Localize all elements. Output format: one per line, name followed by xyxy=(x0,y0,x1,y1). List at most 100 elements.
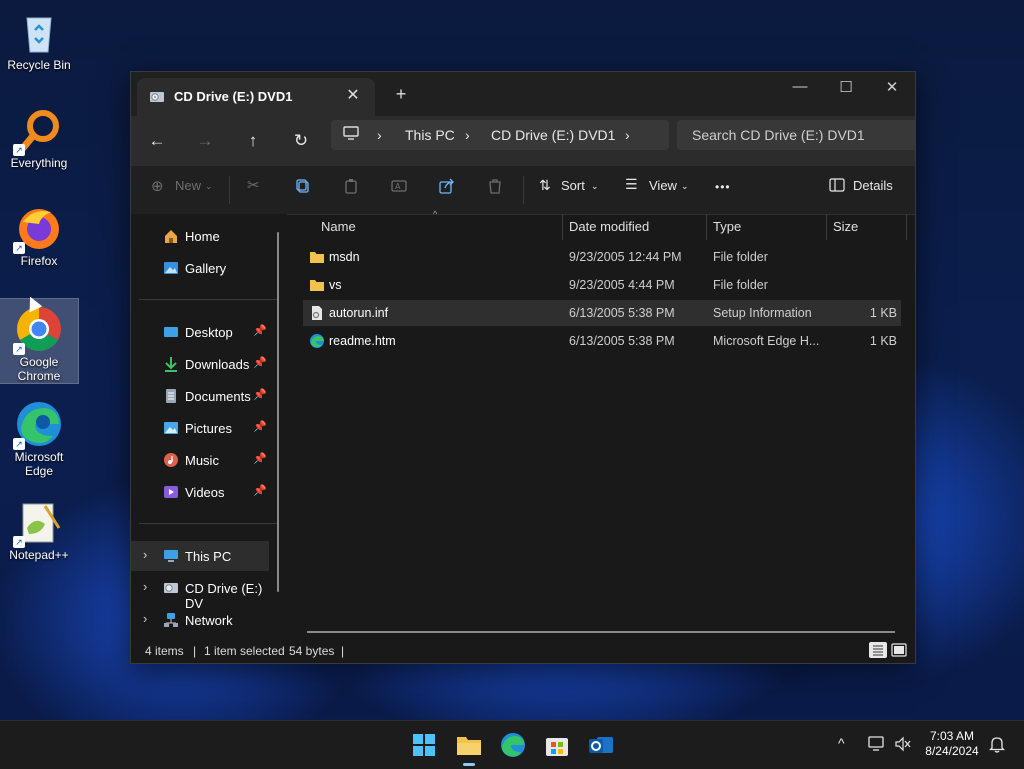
outlook-taskbar-icon[interactable] xyxy=(587,731,615,759)
active-indicator xyxy=(463,763,475,766)
delete-icon[interactable] xyxy=(487,178,503,197)
sidebar-item-desktop[interactable]: Desktop 📌 xyxy=(131,317,269,347)
column-divider[interactable] xyxy=(906,214,907,240)
chevron-right-icon[interactable]: › xyxy=(143,547,147,562)
desktop-icon-firefox[interactable]: ↗ Firefox xyxy=(0,198,78,268)
paste-icon[interactable] xyxy=(343,178,359,197)
column-divider[interactable] xyxy=(826,214,827,240)
file-row-selected[interactable]: autorun.inf 6/13/2005 5:38 PM Setup Info… xyxy=(303,300,901,326)
search-box[interactable]: Search CD Drive (E:) DVD1 xyxy=(677,120,915,150)
breadcrumb-cd-drive[interactable]: CD Drive (E:) DVD1 xyxy=(491,127,615,143)
title-bar[interactable]: CD Drive (E:) DVD1 ✕ + — ☐ ✕ xyxy=(131,72,915,116)
close-button[interactable]: ✕ xyxy=(869,78,915,96)
rename-icon[interactable]: A xyxy=(391,178,407,197)
sidebar-divider xyxy=(139,299,279,300)
breadcrumb-this-pc[interactable]: This PC xyxy=(405,127,455,143)
toolbar-divider xyxy=(229,176,230,204)
chrome-icon: ↗ xyxy=(13,305,63,355)
file-explorer-taskbar-icon[interactable] xyxy=(455,731,483,766)
up-button[interactable]: ↑ xyxy=(237,125,269,157)
share-icon[interactable] xyxy=(439,178,455,197)
folder-icon xyxy=(309,277,325,293)
chevron-down-icon: ⌄ xyxy=(681,181,689,191)
sort-ascending-icon: ^ xyxy=(433,209,438,219)
status-selection: 1 item selected xyxy=(204,644,285,658)
cut-icon[interactable]: ✂ xyxy=(247,176,260,194)
start-icon[interactable] xyxy=(410,731,438,759)
documents-icon xyxy=(163,388,179,404)
desktop-icon-google-chrome[interactable]: ↗ Google Chrome xyxy=(0,298,79,384)
forward-button[interactable]: → xyxy=(189,125,221,157)
details-button[interactable]: Details xyxy=(853,178,893,193)
shortcut-arrow-icon: ↗ xyxy=(13,438,25,450)
sidebar-item-label: Desktop xyxy=(185,325,233,340)
volume-muted-icon[interactable] xyxy=(894,736,912,755)
tab-cd-drive[interactable]: CD Drive (E:) DVD1 ✕ xyxy=(137,78,375,116)
file-row[interactable]: readme.htm 6/13/2005 5:38 PM Microsoft E… xyxy=(303,328,901,354)
desktop-icon-microsoft-edge[interactable]: ↗ Microsoft Edge xyxy=(0,394,78,478)
sidebar-item-this-pc[interactable]: › This PC xyxy=(131,541,269,571)
sidebar-item-pictures[interactable]: Pictures 📌 xyxy=(131,413,269,443)
notification-bell-icon[interactable] xyxy=(988,735,1006,756)
sidebar-item-home[interactable]: Home xyxy=(131,221,269,251)
desktop-icon-label: Google Chrome xyxy=(17,355,61,383)
desktop-icon-recycle-bin[interactable]: Recycle Bin xyxy=(0,2,78,72)
show-hidden-icons-button[interactable]: ^ xyxy=(838,735,845,751)
column-header-name[interactable]: Name xyxy=(321,219,356,234)
store-taskbar-icon[interactable] xyxy=(543,731,571,759)
refresh-button[interactable]: ↻ xyxy=(285,125,317,157)
file-date: 6/13/2005 5:38 PM xyxy=(569,334,675,348)
new-tab-button[interactable]: + xyxy=(389,84,413,105)
system-clock[interactable]: 7:03 AM 8/24/2024 xyxy=(920,729,984,759)
chevron-right-icon[interactable]: › xyxy=(143,579,147,594)
sidebar-item-music[interactable]: Music 📌 xyxy=(131,445,269,475)
status-separator: | xyxy=(193,644,197,658)
minimize-button[interactable]: — xyxy=(777,78,823,95)
breadcrumb-separator: › xyxy=(465,127,470,143)
desktop-icon-label: Notepad++ xyxy=(9,548,69,562)
sidebar-item-gallery[interactable]: Gallery xyxy=(131,253,269,283)
sort-button[interactable]: Sort xyxy=(561,178,585,193)
view-button[interactable]: View xyxy=(649,178,677,193)
sidebar-item-documents[interactable]: Documents 📌 xyxy=(131,381,269,411)
sidebar-item-network[interactable]: › Network xyxy=(131,605,269,635)
column-divider[interactable] xyxy=(562,214,563,240)
breadcrumb-separator[interactable]: › xyxy=(625,127,630,143)
new-button[interactable]: New xyxy=(175,178,201,193)
back-button[interactable]: ← xyxy=(141,125,173,157)
tiles-view-icon[interactable] xyxy=(891,642,907,661)
status-separator: | xyxy=(341,644,345,658)
file-row[interactable]: vs 9/23/2005 4:44 PM File folder xyxy=(303,272,901,298)
edge-taskbar-icon[interactable] xyxy=(499,731,527,759)
sidebar-item-cd-drive[interactable]: › CD Drive (E:) DV xyxy=(131,573,269,611)
network-status-icon[interactable] xyxy=(868,736,886,755)
column-divider[interactable] xyxy=(706,214,707,240)
sidebar-scrollbar[interactable] xyxy=(277,232,279,592)
file-row[interactable]: msdn 9/23/2005 12:44 PM File folder xyxy=(303,244,901,270)
copy-icon[interactable] xyxy=(295,178,311,197)
desktop-icon-notepadpp[interactable]: ↗ Notepad++ xyxy=(0,492,78,562)
desktop-icon-everything[interactable]: ↗ Everything xyxy=(0,100,78,170)
new-plus-icon: ⊕ xyxy=(151,178,164,195)
column-header-size[interactable]: Size xyxy=(833,219,858,234)
column-header-date[interactable]: Date modified xyxy=(569,219,649,234)
svg-text:A: A xyxy=(395,182,401,191)
file-type: File folder xyxy=(713,278,768,292)
sidebar-item-label: Network xyxy=(185,613,233,628)
tab-close-icon[interactable]: ✕ xyxy=(343,85,363,105)
sidebar-item-downloads[interactable]: Downloads 📌 xyxy=(131,349,269,379)
more-options-button[interactable]: ••• xyxy=(715,180,731,194)
file-name: autorun.inf xyxy=(329,306,389,320)
address-bar[interactable]: › This PC › CD Drive (E:) DVD1 › xyxy=(331,120,669,150)
gallery-icon xyxy=(163,260,179,276)
sidebar-item-label: Home xyxy=(185,229,220,244)
sidebar-item-label: Music xyxy=(185,453,219,468)
maximize-button[interactable]: ☐ xyxy=(823,78,869,96)
chevron-right-icon[interactable]: › xyxy=(143,611,147,626)
horizontal-scrollbar[interactable] xyxy=(307,631,895,633)
sidebar-item-videos[interactable]: Videos 📌 xyxy=(131,477,269,507)
recycle-bin-icon xyxy=(15,8,63,56)
details-view-icon[interactable] xyxy=(869,642,887,658)
column-header-type[interactable]: Type xyxy=(713,219,741,234)
edge-html-file-icon xyxy=(309,333,325,349)
